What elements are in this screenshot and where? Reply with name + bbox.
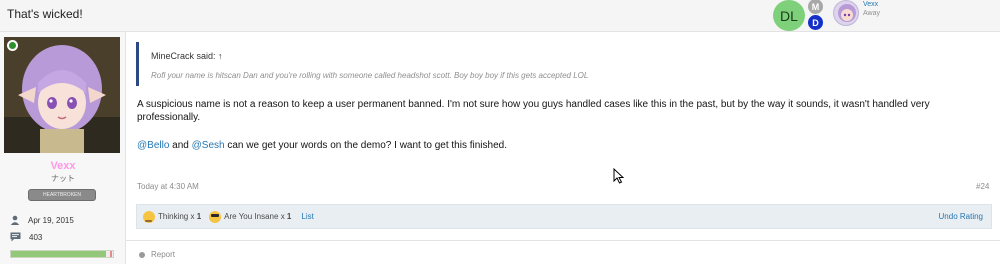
quote-header[interactable]: MineCrack said: ↑ bbox=[151, 51, 223, 61]
mouse-cursor-icon bbox=[613, 168, 625, 184]
joined-date: Apr 19, 2015 bbox=[28, 215, 74, 225]
reaction-are-you-insane[interactable]: Are You Insane x 1 bbox=[209, 210, 292, 223]
reaction-count-prefix: x bbox=[190, 212, 195, 221]
report-icon bbox=[139, 251, 145, 258]
reaction-count-prefix: x bbox=[280, 212, 285, 221]
post-paragraph: A suspicious name is not a reason to kee… bbox=[137, 99, 930, 123]
divider bbox=[126, 240, 1000, 241]
avatar-vexx-small[interactable] bbox=[833, 0, 859, 26]
quote-body: Rofl your name is hitscan Dan and you're… bbox=[151, 71, 589, 80]
avatar-d-initials: D bbox=[812, 17, 819, 28]
reaction-label: Are You Insane bbox=[224, 212, 279, 221]
user-name-link[interactable]: Vexx bbox=[863, 1, 878, 8]
avatar[interactable] bbox=[4, 37, 120, 153]
user-sidebar: Vexx ナット HEARTBROKEN Apr 19, 2015 403 bbox=[0, 32, 126, 264]
avatar-vexx-small-image bbox=[838, 4, 856, 22]
top-bar: That's wicked! DL M D Vexx Away bbox=[0, 0, 1000, 32]
message-icon bbox=[10, 232, 21, 242]
avatar-image bbox=[4, 37, 120, 153]
mention-bello[interactable]: @Bello bbox=[137, 140, 169, 151]
and-text: and bbox=[172, 140, 189, 151]
post-date[interactable]: Today at 4:30 AM bbox=[137, 182, 199, 191]
thinking-emoji-icon bbox=[143, 210, 155, 223]
mention-sesh[interactable]: @Sesh bbox=[192, 140, 225, 151]
undo-rating-link[interactable]: Undo Rating bbox=[939, 212, 983, 221]
avatar-dl[interactable]: DL bbox=[773, 0, 805, 31]
reaction-count: 1 bbox=[286, 212, 292, 221]
online-indicator bbox=[7, 40, 18, 51]
reputation-tick bbox=[110, 251, 112, 257]
user-subtitle: ナット bbox=[51, 174, 75, 183]
reaction-count: 1 bbox=[196, 212, 202, 221]
user-icon bbox=[10, 215, 20, 225]
previous-post-text: That's wicked! bbox=[7, 7, 83, 21]
report-link[interactable]: Report bbox=[139, 250, 175, 259]
insane-emoji-icon bbox=[209, 210, 222, 223]
avatar-m[interactable]: M bbox=[808, 0, 823, 14]
joined-stat: Apr 19, 2015 bbox=[10, 213, 74, 227]
message-count: 403 bbox=[29, 232, 43, 242]
report-label: Report bbox=[151, 250, 176, 259]
avatar-d[interactable]: D bbox=[808, 15, 823, 30]
reaction-thinking[interactable]: Thinking x 1 bbox=[143, 210, 202, 223]
reputation-bar bbox=[10, 250, 114, 258]
post-number[interactable]: #24 bbox=[976, 182, 989, 191]
quote-block: MineCrack said: ↑ Rofl your name is hits… bbox=[136, 42, 982, 86]
reactions-bar: Thinking x 1 Are You Insane x 1 List Und… bbox=[136, 204, 992, 229]
post-mention-line: @Bello and @Sesh can we get your words o… bbox=[137, 140, 507, 151]
user-banner: HEARTBROKEN bbox=[28, 189, 96, 201]
reputation-fill bbox=[11, 251, 106, 257]
sidebar-username[interactable]: Vexx bbox=[0, 160, 126, 172]
messages-stat: 403 bbox=[10, 230, 42, 244]
reactions-list-link[interactable]: List bbox=[301, 212, 313, 221]
mention-line-rest: can we get your words on the demo? I wan… bbox=[227, 140, 507, 151]
reaction-label: Thinking bbox=[158, 212, 189, 221]
avatar-m-initials: M bbox=[811, 1, 820, 12]
user-status: Away bbox=[863, 10, 880, 17]
avatar-dl-initials: DL bbox=[780, 7, 798, 24]
